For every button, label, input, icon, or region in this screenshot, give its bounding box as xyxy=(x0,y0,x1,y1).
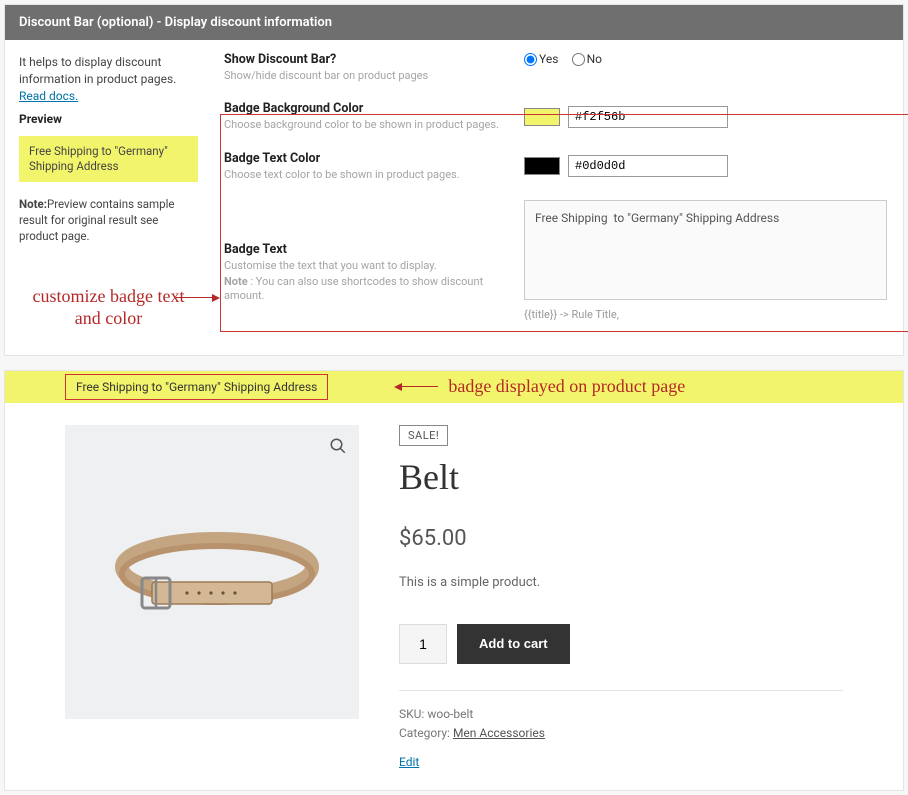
show-bar-label: Show Discount Bar? xyxy=(224,52,504,67)
quantity-input[interactable] xyxy=(399,624,447,664)
product-page-preview: Free Shipping to "Germany" Shipping Addr… xyxy=(4,370,904,791)
row-text-color: Badge Text Color Choose text color to be… xyxy=(224,151,887,182)
product-image[interactable] xyxy=(65,425,359,719)
badge-preview: Free Shipping to "Germany" Shipping Addr… xyxy=(19,136,198,182)
show-bar-help: Show/hide discount bar on product pages xyxy=(224,69,504,83)
magnify-icon[interactable] xyxy=(329,437,347,455)
radio-yes[interactable]: Yes xyxy=(524,52,558,66)
badge-text-help2: Note : You can also use shortcodes to sh… xyxy=(224,275,504,304)
add-to-cart-row: Add to cart xyxy=(399,624,843,664)
text-color-input[interactable] xyxy=(568,155,728,177)
annotation-displayed: badge displayed on product page xyxy=(398,376,685,397)
bg-color-swatch[interactable] xyxy=(524,108,560,126)
sale-badge: SALE! xyxy=(399,425,448,446)
settings-main: Show Discount Bar? Show/hide discount ba… xyxy=(210,40,903,355)
panel-body: It helps to display discount information… xyxy=(5,40,903,355)
add-to-cart-button[interactable]: Add to cart xyxy=(457,624,570,664)
row-badge-text: Badge Text Customise the text that you w… xyxy=(224,200,887,321)
bg-color-help: Choose background color to be shown in p… xyxy=(224,118,504,132)
discount-bar-panel: Discount Bar (optional) - Display discou… xyxy=(4,4,904,356)
sku-value: woo-belt xyxy=(427,707,473,721)
product-description: This is a simple product. xyxy=(399,575,843,590)
read-docs-link[interactable]: Read docs. xyxy=(19,89,78,103)
belt-illustration xyxy=(97,502,327,642)
row-bg-color: Badge Background Color Choose background… xyxy=(224,101,887,132)
preview-note: Note:Preview contains sample result for … xyxy=(19,196,198,244)
discount-bar-live: Free Shipping to "Germany" Shipping Addr… xyxy=(5,371,903,403)
sidebar-help: It helps to display discount information… xyxy=(19,54,198,104)
shortcode-hint: {{title}} -> Rule Title, xyxy=(524,308,887,321)
bg-color-label: Badge Background Color xyxy=(224,101,504,116)
annotation-customize: customize badge text and color xyxy=(19,285,198,330)
edit-link[interactable]: Edit xyxy=(399,755,419,769)
product-meta: SKU: woo-belt Category: Men Accessories xyxy=(399,705,843,743)
text-color-label: Badge Text Color xyxy=(224,151,504,166)
preview-label: Preview xyxy=(19,112,198,126)
divider xyxy=(399,690,843,691)
category-link[interactable]: Men Accessories xyxy=(453,726,545,740)
panel-title: Discount Bar (optional) - Display discou… xyxy=(5,5,903,40)
product-info: SALE! Belt $65.00 This is a simple produ… xyxy=(399,425,843,770)
product-title: Belt xyxy=(399,456,843,498)
bg-color-input[interactable] xyxy=(568,106,728,128)
badge-text-help1: Customise the text that you want to disp… xyxy=(224,259,504,273)
row-show-bar: Show Discount Bar? Show/hide discount ba… xyxy=(224,52,887,83)
badge-text-label: Badge Text xyxy=(224,242,504,257)
settings-sidebar: It helps to display discount information… xyxy=(5,40,210,355)
arrow-icon xyxy=(398,386,438,387)
text-color-help: Choose text color to be shown in product… xyxy=(224,168,504,182)
text-color-swatch[interactable] xyxy=(524,157,560,175)
badge-text-textarea[interactable] xyxy=(524,200,887,300)
product-price: $65.00 xyxy=(399,526,843,551)
radio-no[interactable]: No xyxy=(572,52,602,66)
discount-badge-live: Free Shipping to "Germany" Shipping Addr… xyxy=(65,374,328,400)
product-row: SALE! Belt $65.00 This is a simple produ… xyxy=(65,425,843,770)
